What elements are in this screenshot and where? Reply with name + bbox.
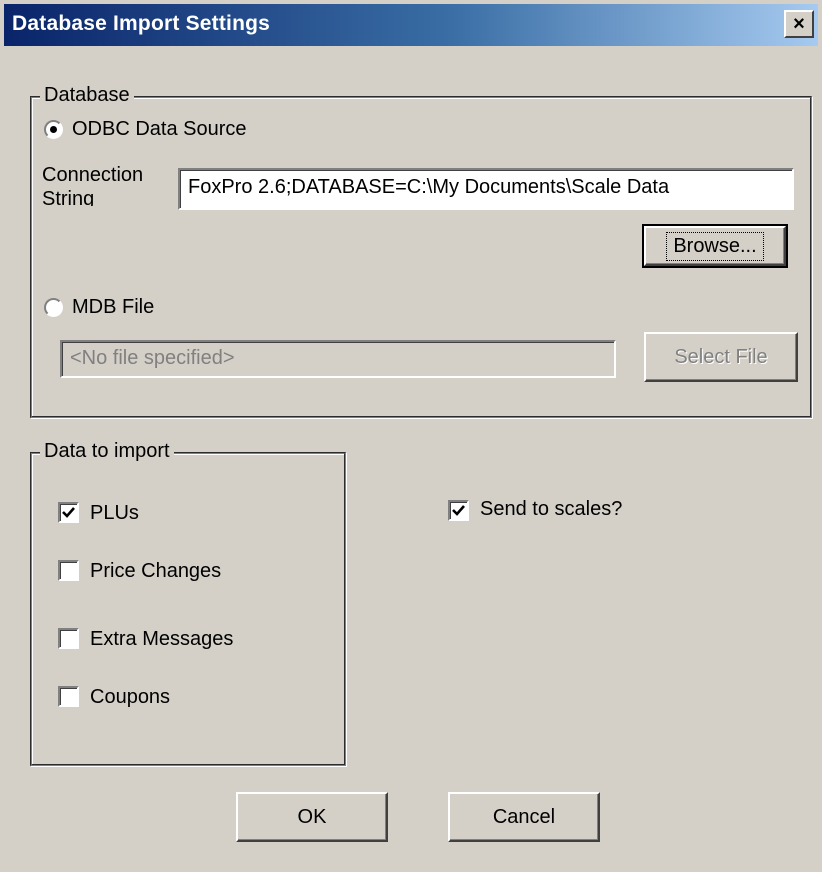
plus-checkbox[interactable]: [58, 502, 79, 523]
checkmark-icon: [452, 505, 465, 516]
data-to-import-legend: Data to import: [40, 440, 174, 463]
send-to-scales-checkbox[interactable]: [448, 500, 469, 521]
connection-string-label-line1: Connection: [42, 164, 144, 186]
mdb-radio[interactable]: [44, 298, 63, 317]
extra-messages-label[interactable]: Extra Messages: [90, 628, 233, 651]
extra-messages-checkbox[interactable]: [58, 628, 79, 649]
mdb-radio-label[interactable]: MDB File: [72, 296, 154, 319]
price-changes-label[interactable]: Price Changes: [90, 560, 221, 583]
cancel-button[interactable]: Cancel: [448, 792, 600, 842]
odbc-radio-label[interactable]: ODBC Data Source: [72, 118, 247, 141]
database-group: Database ODBC Data Source Connection Str…: [30, 84, 812, 418]
send-to-scales-label[interactable]: Send to scales?: [480, 498, 622, 521]
coupons-checkbox[interactable]: [58, 686, 79, 707]
connection-string-label-line2: String: [42, 188, 95, 206]
close-button[interactable]: ×: [784, 10, 814, 38]
plus-label[interactable]: PLUs: [90, 502, 139, 525]
connection-string-input[interactable]: FoxPro 2.6;DATABASE=C:\My Documents\Scal…: [178, 168, 794, 210]
dialog-client-area: Database ODBC Data Source Connection Str…: [6, 46, 816, 868]
coupons-label[interactable]: Coupons: [90, 686, 170, 709]
odbc-radio[interactable]: [44, 120, 63, 139]
close-icon: ×: [793, 13, 805, 35]
price-changes-checkbox[interactable]: [58, 560, 79, 581]
mdb-file-input: <No file specified>: [60, 340, 616, 378]
ok-button[interactable]: OK: [236, 792, 388, 842]
browse-button-label: Browse...: [666, 231, 764, 261]
select-file-button: Select File: [644, 332, 798, 382]
import-settings-dialog: Database Import Settings × Database ODBC…: [0, 0, 822, 872]
checkmark-icon: [62, 507, 75, 518]
title-bar[interactable]: Database Import Settings ×: [4, 4, 818, 46]
browse-button[interactable]: Browse...: [642, 224, 788, 268]
odbc-radio-dot: [50, 126, 57, 133]
data-to-import-group: Data to import PLUs Price Changes Extra …: [30, 440, 346, 766]
window-title: Database Import Settings: [12, 12, 271, 35]
database-group-legend: Database: [40, 84, 134, 107]
